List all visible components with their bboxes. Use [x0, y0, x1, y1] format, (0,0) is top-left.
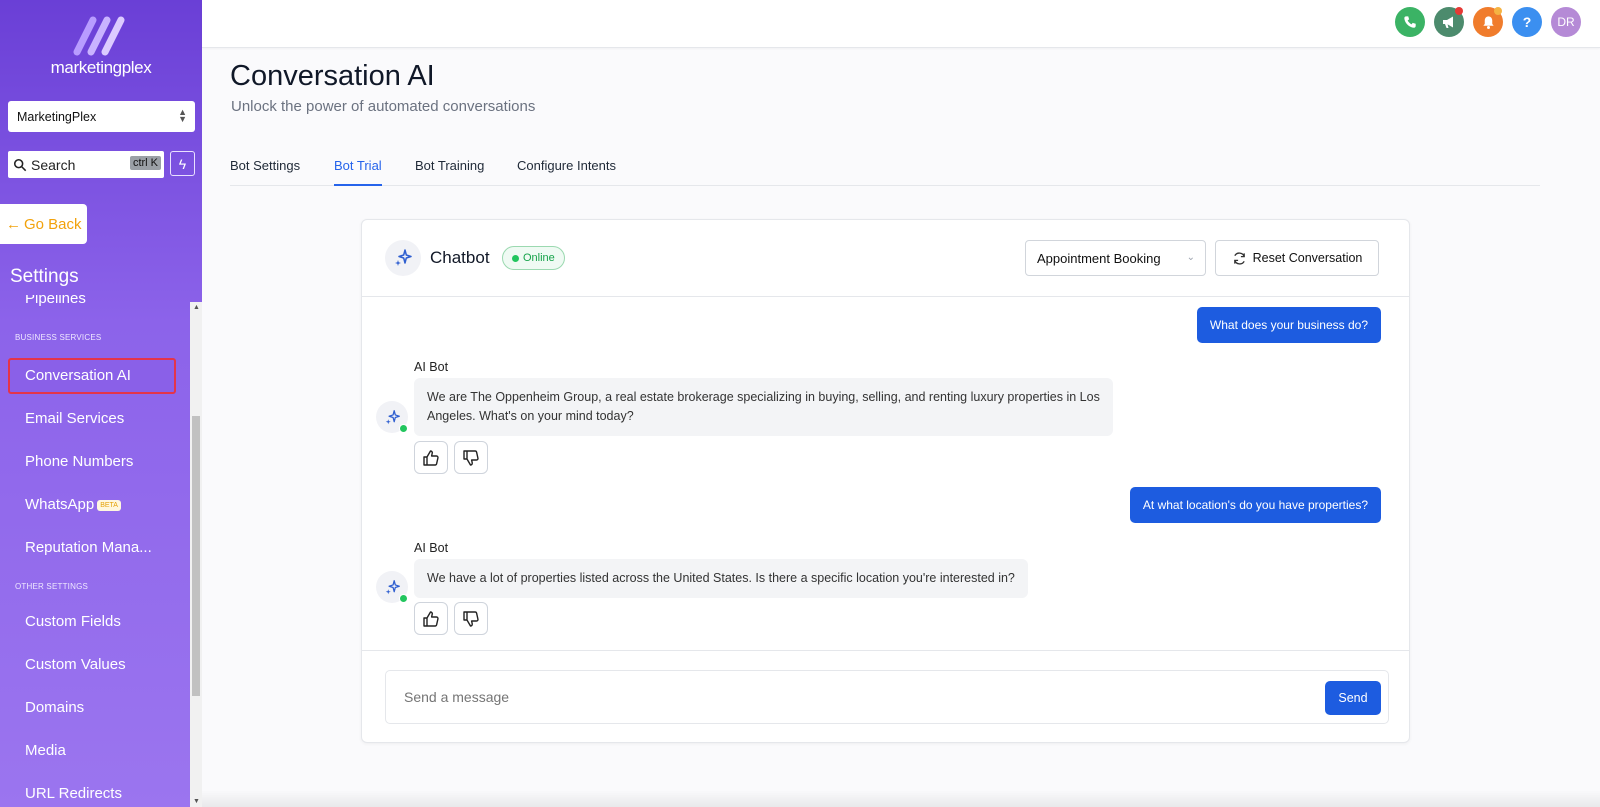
reset-label: Reset Conversation: [1252, 251, 1363, 265]
page-bottom-shadow: [202, 790, 1600, 807]
message-composer: Send: [385, 670, 1389, 724]
bot-message-avatar: [376, 401, 408, 433]
chatbot-avatar: [385, 240, 421, 276]
refresh-icon: [1233, 251, 1245, 265]
online-indicator: [399, 594, 408, 603]
sidebar-item-custom-fields[interactable]: Custom Fields: [25, 613, 121, 630]
user-message: At what location's do you have propertie…: [1129, 487, 1381, 523]
thumbs-up-icon: [423, 610, 439, 627]
flow-select[interactable]: Appointment Booking ⌄: [1025, 240, 1206, 276]
status-dot: [512, 255, 519, 262]
sparkles-icon: [385, 409, 400, 424]
user-message: What does your business do?: [1196, 307, 1381, 343]
beta-badge: BETA: [97, 499, 121, 511]
send-button[interactable]: Send: [1325, 681, 1381, 715]
section-other-settings: OTHER SETTINGS: [15, 582, 89, 591]
thumbs-up-button[interactable]: [414, 441, 448, 474]
bot-message: We are The Oppenheim Group, a real estat…: [414, 378, 1113, 436]
sidebar-item-media[interactable]: Media: [25, 742, 66, 759]
flow-select-value: Appointment Booking: [1037, 251, 1161, 266]
tab-bot-trial[interactable]: Bot Trial: [334, 158, 382, 173]
bot-message: We have a lot of properties listed acros…: [414, 559, 1028, 598]
sidebar-item-phone-numbers[interactable]: Phone Numbers: [25, 453, 133, 470]
lightning-icon: ϟ: [178, 155, 187, 172]
go-back-button[interactable]: ← Go Back: [0, 204, 87, 244]
status-label: Online: [523, 252, 555, 264]
arrow-left-icon: ←: [6, 215, 21, 233]
sidebar-item-pipelines[interactable]: Pipelines: [25, 295, 86, 307]
brand-logo[interactable]: marketingplex: [0, 14, 202, 78]
settings-nav: Pipelines BUSINESS SERVICES Conversation…: [0, 295, 190, 807]
scroll-up-icon[interactable]: ▲: [193, 304, 200, 311]
thumbs-up-icon: [423, 449, 439, 466]
scrollbar-thumb[interactable]: [192, 416, 200, 696]
active-tab-indicator: [334, 184, 382, 186]
sparkles-icon: [395, 249, 412, 266]
logo-mark-icon: [73, 16, 125, 56]
search-shortcut: ctrl K: [129, 156, 161, 170]
notification-dot: [1494, 7, 1502, 15]
page-subtitle: Unlock the power of automated conversati…: [231, 98, 536, 115]
thumbs-down-icon: [463, 610, 479, 627]
thumbs-up-button[interactable]: [414, 602, 448, 635]
sidebar-item-url-redirects[interactable]: URL Redirects: [25, 785, 122, 802]
scroll-down-icon[interactable]: ▼: [193, 798, 200, 805]
sidebar-item-reputation[interactable]: Reputation Mana...: [25, 539, 152, 556]
message-input[interactable]: [404, 689, 1284, 705]
user-avatar[interactable]: DR: [1551, 7, 1581, 37]
megaphone-icon: [1443, 16, 1453, 28]
announcements-button[interactable]: [1434, 7, 1464, 37]
help-icon: ?: [1522, 14, 1532, 30]
sidebar-item-conversation-ai[interactable]: Conversation AI: [25, 367, 131, 384]
sidebar-item-email-services[interactable]: Email Services: [25, 410, 124, 427]
notifications-button[interactable]: [1473, 7, 1503, 37]
thumbs-down-icon: [463, 449, 479, 466]
go-back-label: Go Back: [24, 215, 82, 233]
logo-text: marketingplex: [50, 58, 152, 77]
sidebar-scrollbar[interactable]: ▲ ▼: [190, 302, 202, 807]
notification-dot: [1455, 7, 1463, 15]
sidebar-item-custom-values[interactable]: Custom Values: [25, 656, 126, 673]
sidebar: marketingplex MarketingPlex ▲ ▼ Search ct…: [0, 0, 202, 807]
thumbs-down-button[interactable]: [454, 441, 488, 474]
bot-message-avatar: [376, 571, 408, 603]
status-badge: Online: [502, 246, 565, 270]
sidebar-search[interactable]: Search ctrl K: [8, 151, 164, 178]
tab-bot-settings[interactable]: Bot Settings: [230, 158, 300, 173]
chatbot-name: Chatbot: [430, 248, 490, 267]
chevron-down-icon: ⌄: [1186, 252, 1195, 263]
page-title: Conversation AI: [230, 60, 435, 92]
search-icon: [13, 158, 27, 171]
whatsapp-label: WhatsApp: [25, 496, 95, 513]
tab-configure-intents[interactable]: Configure Intents: [517, 158, 616, 173]
phone-icon: [1404, 16, 1416, 28]
phone-button[interactable]: [1395, 7, 1425, 37]
composer-divider: [362, 650, 1409, 651]
bot-sender-label: AI Bot: [414, 360, 449, 374]
help-button[interactable]: ?: [1512, 7, 1542, 37]
sparkles-icon: [385, 579, 400, 594]
quick-actions-button[interactable]: ϟ: [170, 151, 195, 176]
account-select-value: MarketingPlex: [17, 110, 97, 124]
settings-title: Settings: [10, 266, 79, 287]
online-indicator: [399, 424, 408, 433]
search-placeholder: Search: [31, 156, 76, 173]
section-business-services: BUSINESS SERVICES: [15, 333, 102, 342]
account-select[interactable]: MarketingPlex ▲ ▼: [8, 101, 195, 132]
chatbot-trial-card: Chatbot Online Appointment Booking ⌄ Res…: [361, 219, 1410, 743]
chat-header: Chatbot Online Appointment Booking ⌄ Res…: [362, 220, 1409, 297]
tab-bot-training[interactable]: Bot Training: [415, 158, 484, 173]
sidebar-item-whatsapp[interactable]: WhatsApp BETA: [25, 496, 121, 513]
top-bar: ? DR: [202, 0, 1600, 48]
select-arrows-icon: ▲ ▼: [178, 107, 187, 124]
thumbs-down-button[interactable]: [454, 602, 488, 635]
tab-bar: Bot Settings Bot Trial Bot Training Conf…: [230, 148, 1540, 186]
reset-conversation-button[interactable]: Reset Conversation: [1215, 240, 1379, 276]
bot-sender-label: AI Bot: [414, 541, 449, 555]
bell-icon: [1482, 15, 1494, 29]
avatar-initials: DR: [1557, 15, 1575, 29]
sidebar-item-domains[interactable]: Domains: [25, 699, 84, 716]
